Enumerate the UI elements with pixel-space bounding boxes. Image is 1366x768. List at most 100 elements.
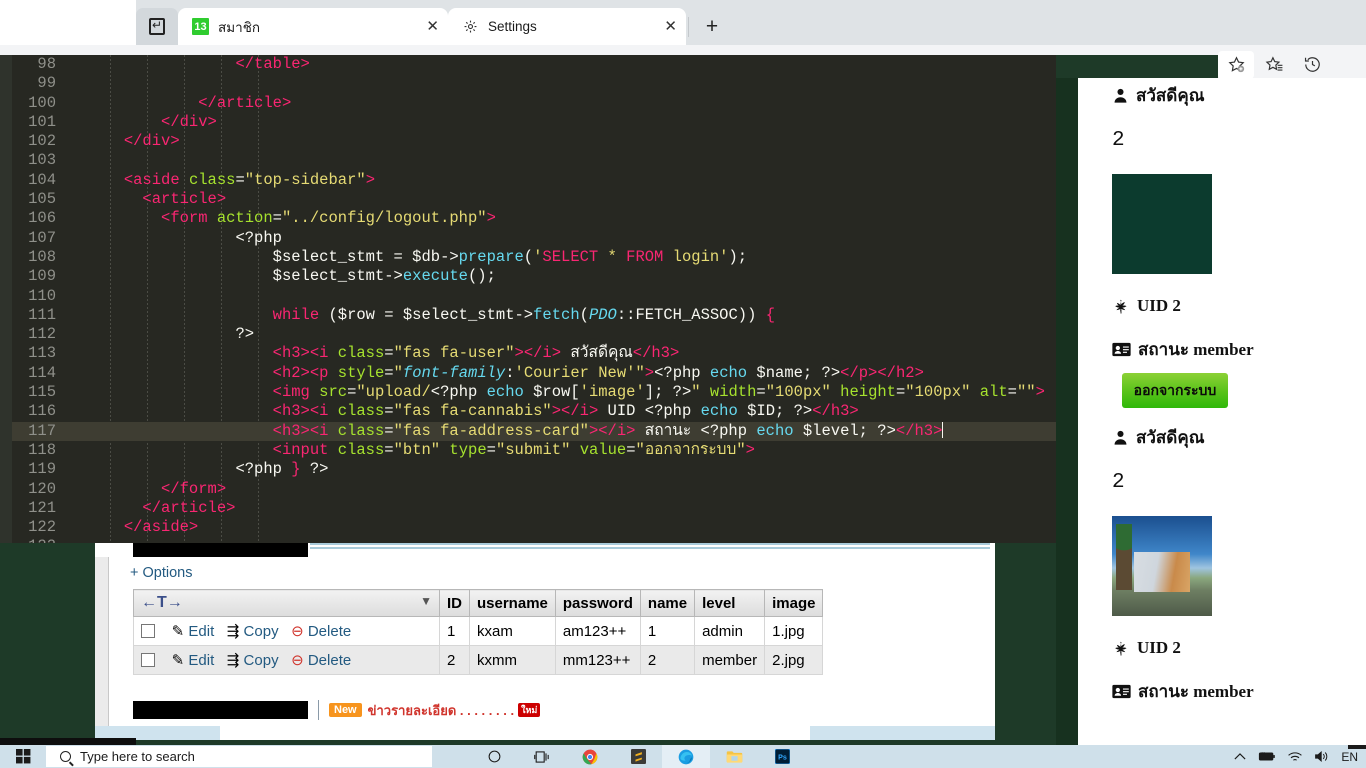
- code-line[interactable]: 117 <h3><i class="fas fa-address-card"><…: [12, 421, 1056, 441]
- pinned-tab-icon[interactable]: [136, 8, 178, 45]
- row-checkbox[interactable]: [141, 653, 155, 667]
- row-actions: ✎ Edit ⇶ Copy ⊖ Delete: [133, 616, 440, 646]
- greeting-text: สวัสดีคุณ: [1136, 428, 1205, 447]
- copy-link[interactable]: Copy: [244, 652, 279, 669]
- code-line[interactable]: 102 </div>: [12, 132, 1056, 151]
- code-line[interactable]: 116 <h3><i class="fas fa-cannabis"></i> …: [12, 402, 1056, 421]
- history-icon[interactable]: [1294, 51, 1330, 79]
- code-text: <h2><p style="font-family:'Courier New'"…: [272, 363, 924, 382]
- column-header-password[interactable]: password: [554, 589, 641, 617]
- greeting-row: สวัสดีคุณ: [1112, 82, 1366, 109]
- code-line[interactable]: 112 ?>: [12, 325, 1056, 344]
- code-line[interactable]: 123: [12, 537, 1056, 543]
- delete-link[interactable]: Delete: [308, 652, 351, 669]
- cell-level: admin: [694, 616, 766, 646]
- code-line[interactable]: 98 </table>: [12, 55, 1056, 74]
- cannabis-icon: [1112, 297, 1130, 315]
- address-card-icon: [1112, 684, 1131, 699]
- column-header-id[interactable]: ID: [439, 589, 470, 617]
- news-ticker: New ข่าวรายละเอียด . . . . . . . . ใหม่: [133, 699, 693, 721]
- code-line[interactable]: 111 while ($row = $select_stmt->fetch(PD…: [12, 306, 1056, 325]
- column-header-username[interactable]: username: [469, 589, 556, 617]
- search-input[interactable]: Type here to search: [46, 746, 432, 767]
- browser-tab-settings[interactable]: Settings ✕: [448, 8, 686, 45]
- cell-name: 1: [639, 616, 696, 646]
- wifi-icon[interactable]: [1287, 751, 1303, 763]
- user-card: สวัสดีคุณ 2 UID 2: [1078, 408, 1366, 705]
- pma-left-rail: [95, 557, 109, 733]
- edge-icon[interactable]: [662, 745, 710, 768]
- code-line[interactable]: 108 $select_stmt = $db->prepare('SELECT …: [12, 248, 1056, 267]
- sort-control-header[interactable]: ←T→ ▼: [133, 589, 440, 617]
- delete-icon[interactable]: ⊖: [291, 652, 304, 669]
- logout-button[interactable]: ออกจากระบบ: [1122, 373, 1228, 408]
- code-line[interactable]: 122 </aside>: [12, 518, 1056, 537]
- battery-icon[interactable]: [1257, 751, 1276, 762]
- edit-link[interactable]: Edit: [188, 623, 214, 640]
- cell-password: mm123++: [554, 645, 641, 675]
- code-line[interactable]: 100 </article>: [12, 94, 1056, 113]
- code-line[interactable]: 110: [12, 287, 1056, 306]
- line-number: 122: [28, 518, 56, 537]
- tab-close-icon[interactable]: ✕: [404, 19, 439, 34]
- code-line[interactable]: 113 <h3><i class="fas fa-user"></i> สวัส…: [12, 344, 1056, 363]
- tab-close-icon-settings[interactable]: ✕: [642, 19, 677, 34]
- delete-icon[interactable]: ⊖: [291, 623, 304, 640]
- code-line[interactable]: 99: [12, 74, 1056, 93]
- code-line[interactable]: 103: [12, 151, 1056, 170]
- code-text: <img src="upload/<?php echo $row['image'…: [272, 383, 1045, 402]
- line-number: 117: [28, 421, 56, 440]
- cell-password: am123++: [554, 616, 641, 646]
- code-editor-window[interactable]: 98 </table> 99 100 </article> 101 </div> 102…: [12, 55, 1056, 543]
- code-line[interactable]: 106 <form action="../config/logout.php">: [12, 209, 1056, 228]
- column-header-image[interactable]: image: [764, 589, 824, 617]
- chevron-down-icon[interactable]: ▼: [420, 594, 432, 608]
- volume-icon[interactable]: [1314, 750, 1330, 763]
- task-view-icon[interactable]: [518, 745, 566, 768]
- new-tab-button[interactable]: +: [697, 12, 727, 42]
- user-avatar-image: [1112, 516, 1212, 616]
- sort-arrows-icon: ←T→: [141, 594, 183, 611]
- code-content[interactable]: 98 </table> 99 100 </article> 101 </div> 102…: [12, 55, 1056, 543]
- code-line[interactable]: 120 </form>: [12, 480, 1056, 499]
- chevron-up-icon[interactable]: [1234, 752, 1246, 761]
- news-text[interactable]: ข่าวรายละเอียด . . . . . . . .: [368, 700, 514, 721]
- copy-icon[interactable]: ⇶: [227, 652, 240, 669]
- code-line[interactable]: 119 <?php } ?>: [12, 460, 1056, 479]
- copy-icon[interactable]: ⇶: [227, 623, 240, 640]
- code-line[interactable]: 101 </div>: [12, 113, 1056, 132]
- chrome-icon[interactable]: [566, 745, 614, 768]
- edit-icon[interactable]: ✎: [172, 652, 185, 669]
- sublime-text-icon[interactable]: [614, 745, 662, 768]
- code-line[interactable]: 115 <img src="upload/<?php echo $row['im…: [12, 383, 1056, 402]
- code-line[interactable]: 109 $select_stmt->execute();: [12, 267, 1056, 286]
- code-line[interactable]: 105 <article>: [12, 190, 1056, 209]
- edit-icon[interactable]: ✎: [172, 623, 185, 640]
- column-header-name[interactable]: name: [639, 589, 696, 617]
- user-icon: [1112, 87, 1129, 104]
- code-line[interactable]: 104 <aside class="top-sidebar">: [12, 171, 1056, 190]
- code-line[interactable]: 114 <h2><p style="font-family:'Courier N…: [12, 364, 1056, 383]
- start-button[interactable]: [0, 745, 46, 768]
- cell-image: 1.jpg: [764, 616, 824, 646]
- table-row: ✎ Edit ⇶ Copy ⊖ Delete 2 kxmm mm123++ 2 …: [133, 645, 824, 675]
- edit-link[interactable]: Edit: [188, 652, 214, 669]
- cell-id: 1: [439, 616, 470, 646]
- code-line[interactable]: 118 <input class="btn" type="submit" val…: [12, 441, 1056, 460]
- code-text: <?php } ?>: [235, 460, 329, 479]
- file-explorer-icon[interactable]: [710, 745, 758, 768]
- cortana-icon[interactable]: [470, 745, 518, 768]
- code-line[interactable]: 107 <?php: [12, 229, 1056, 248]
- add-favorite-icon[interactable]: [1218, 50, 1254, 79]
- favorites-icon[interactable]: [1256, 51, 1292, 79]
- code-line[interactable]: 121 </article>: [12, 499, 1056, 518]
- browser-tab-member[interactable]: 13 สมาชิก ✕: [178, 8, 448, 45]
- copy-link[interactable]: Copy: [244, 623, 279, 640]
- column-header-level[interactable]: level: [694, 589, 766, 617]
- code-text: </div>: [161, 112, 217, 131]
- pma-options-toggle[interactable]: + Options: [130, 565, 192, 581]
- row-checkbox[interactable]: [141, 624, 155, 638]
- delete-link[interactable]: Delete: [308, 623, 351, 640]
- language-indicator[interactable]: EN: [1341, 750, 1358, 764]
- photoshop-icon[interactable]: Ps: [758, 745, 806, 768]
